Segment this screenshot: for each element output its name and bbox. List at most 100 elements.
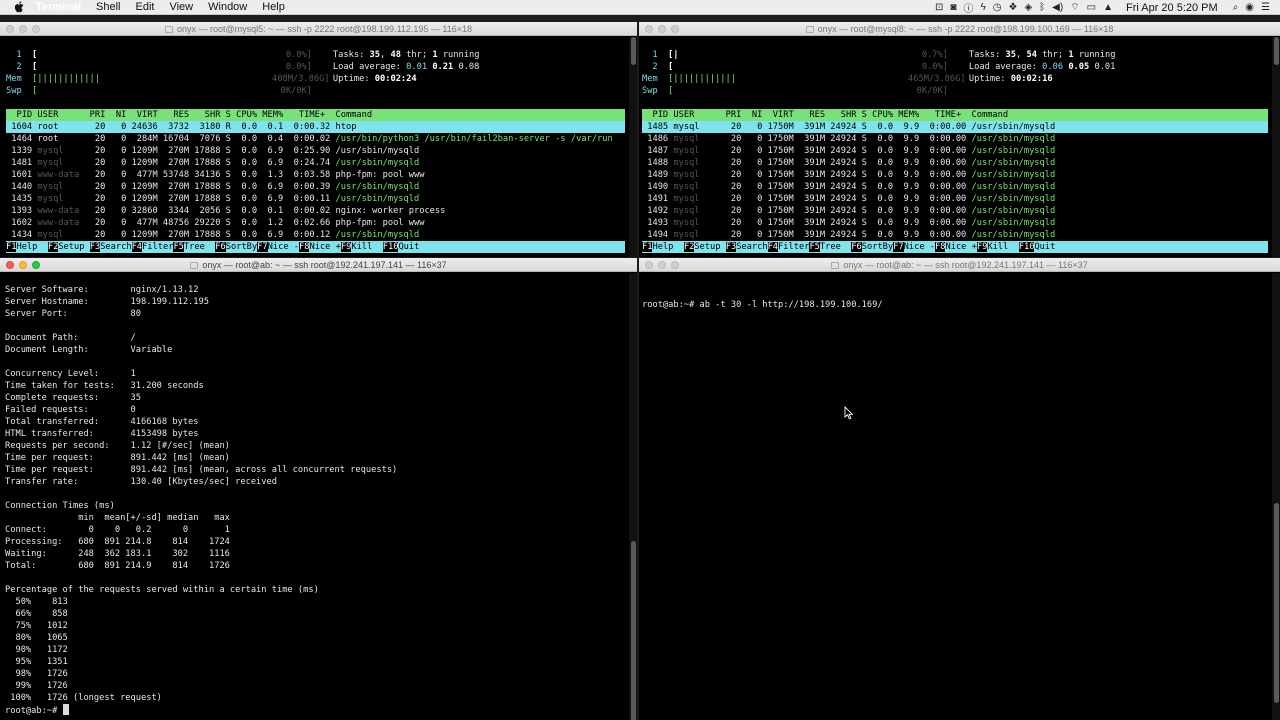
fkey-help-button[interactable]: F1Help: [6, 242, 48, 252]
scrollbar-thumb[interactable]: [1274, 503, 1279, 703]
airplay-icon[interactable]: ▲: [1103, 2, 1113, 13]
menu-view[interactable]: View: [169, 1, 193, 13]
window-titlebar[interactable]: onyx — root@mysql8: ~ — ssh -p 2222 root…: [639, 22, 1280, 36]
scrollbar-thumb[interactable]: [631, 541, 636, 720]
process-row[interactable]: 1489 mysql 20 0 1750M 391M 24924 S 0.0 9…: [642, 169, 1268, 181]
bluetooth-icon[interactable]: ᛒ: [1039, 2, 1045, 13]
close-button[interactable]: [645, 25, 653, 33]
fkey-tree-button[interactable]: F5Tree: [809, 242, 852, 252]
menu-clock[interactable]: Fri Apr 20 5:20 PM: [1126, 2, 1218, 14]
process-row[interactable]: 1339 mysql 20 0 1209M 270M 17888 S 0.0 6…: [6, 145, 625, 157]
minimize-button[interactable]: [658, 25, 666, 33]
zoom-button[interactable]: [32, 261, 40, 269]
volume-icon[interactable]: ◀): [1052, 2, 1063, 13]
fkey-nice-button[interactable]: F7Nice -: [257, 242, 300, 252]
process-table-header[interactable]: PID USER PRI NI VIRT RES SHR S CPU% MEM%…: [6, 109, 625, 121]
fkey-help-button[interactable]: F1Help: [642, 242, 684, 252]
fkey-nice-button[interactable]: F8Nice +: [299, 242, 341, 252]
function-key-bar[interactable]: F1Help F2Setup F3SearchF4FilterF5Tree F6…: [642, 241, 1268, 253]
scrollbar-thumb[interactable]: [1274, 37, 1279, 65]
apple-menu-icon[interactable]: [12, 1, 26, 13]
fkey-filter-button[interactable]: F4Filter: [131, 242, 174, 252]
process-row[interactable]: 1434 mysql 20 0 1209M 270M 17888 S 0.0 6…: [6, 229, 625, 241]
fkey-filter-button[interactable]: F4Filter: [767, 242, 810, 252]
window-titlebar[interactable]: onyx — root@mysql5: ~ — ssh -p 2222 root…: [0, 22, 637, 36]
menu-edit[interactable]: Edit: [136, 1, 155, 13]
fkey-nice-button[interactable]: F7Nice -: [893, 242, 936, 252]
htop-screen[interactable]: 1 [| 0.7%] Tasks: 35, 54 thr; 1 running 2[0…: [642, 49, 1268, 257]
info-icon[interactable]: ⓘ: [963, 0, 973, 15]
fkey-quit-button[interactable]: F10Quit: [1018, 242, 1056, 252]
screen-record-icon[interactable]: ⊡: [935, 2, 943, 13]
history-icon[interactable]: ◷: [993, 2, 1002, 13]
wifi-icon[interactable]: ⌔: [1070, 1, 1079, 14]
process-row[interactable]: 1604 root 20 0 24636 3732 3180 R 0.0 0.1…: [6, 121, 625, 133]
terminal-window-mysql8[interactable]: onyx — root@mysql8: ~ — ssh -p 2222 root…: [639, 22, 1280, 257]
menu-help[interactable]: Help: [262, 1, 285, 13]
process-row[interactable]: 1440 mysql 20 0 1209M 270M 17888 S 0.0 6…: [6, 181, 625, 193]
scrollbar-thumb[interactable]: [631, 37, 636, 65]
scrollbar[interactable]: [1272, 273, 1280, 720]
scrollbar[interactable]: [1272, 37, 1280, 257]
camera-icon[interactable]: ◙: [950, 2, 956, 13]
process-row[interactable]: 1488 mysql 20 0 1750M 391M 24924 S 0.0 9…: [642, 157, 1268, 169]
close-button[interactable]: [6, 25, 14, 33]
process-row[interactable]: 1487 mysql 20 0 1750M 391M 24924 S 0.0 9…: [642, 145, 1268, 157]
zoom-button[interactable]: [671, 261, 679, 269]
fkey-kill-button[interactable]: F9Kill: [976, 242, 1019, 252]
terminal-window-ab-command[interactable]: onyx — root@ab: ~ — ssh root@192.241.197…: [639, 258, 1280, 720]
close-button[interactable]: [645, 261, 653, 269]
zoom-button[interactable]: [671, 25, 679, 33]
ab-output[interactable]: Server Software: nginx/1.13.12 Server Hos…: [5, 284, 625, 720]
process-row[interactable]: 1493 mysql 20 0 1750M 391M 24924 S 0.0 9…: [642, 217, 1268, 229]
menu-window[interactable]: Window: [208, 1, 247, 13]
close-button[interactable]: [6, 261, 14, 269]
process-row[interactable]: 1601 www-data 20 0 477M 53748 34136 S 0.…: [6, 169, 625, 181]
command-line[interactable]: root@ab:~# ab -t 30 -l http://198.199.10…: [642, 299, 1268, 311]
function-key-bar[interactable]: F1Help F2Setup F3SearchF4FilterF5Tree F6…: [6, 241, 625, 253]
fkey-search-button[interactable]: F3Search: [89, 242, 132, 252]
process-table-header[interactable]: PID USER PRI NI VIRT RES SHR S CPU% MEM%…: [642, 109, 1268, 121]
zoom-button[interactable]: [32, 25, 40, 33]
fkey-tree-button[interactable]: F5Tree: [173, 242, 216, 252]
notifications-icon[interactable]: ☰: [1261, 2, 1270, 13]
process-row[interactable]: 1481 mysql 20 0 1209M 270M 17888 S 0.0 6…: [6, 157, 625, 169]
menu-app-name[interactable]: Terminal: [36, 1, 81, 13]
process-row[interactable]: 1464 root 20 0 284M 16704 7076 S 0.0 0.4…: [6, 133, 625, 145]
dropbox-icon[interactable]: ❖: [1009, 2, 1018, 13]
fkey-sortby-button[interactable]: F6SortBy: [851, 242, 894, 252]
menu-shell[interactable]: Shell: [96, 1, 120, 13]
fkey-setup-button[interactable]: F2Setup: [683, 242, 726, 252]
scrollbar[interactable]: [629, 37, 637, 257]
window-titlebar[interactable]: onyx — root@ab: ~ — ssh root@192.241.197…: [0, 258, 637, 272]
app-icon[interactable]: ◈: [1024, 2, 1032, 13]
fkey-sortby-button[interactable]: F6SortBy: [215, 242, 258, 252]
bolt-icon[interactable]: ϟ: [980, 2, 985, 13]
prompt-line[interactable]: root@ab:~#: [5, 704, 625, 716]
process-row[interactable]: 1491 mysql 20 0 1750M 391M 24924 S 0.0 9…: [642, 193, 1268, 205]
process-row[interactable]: 1490 mysql 20 0 1750M 391M 24924 S 0.0 9…: [642, 181, 1268, 193]
fkey-quit-button[interactable]: F10Quit: [382, 242, 420, 252]
process-row[interactable]: 1393 www-data 20 0 32860 3344 2056 S 0.0…: [6, 205, 625, 217]
minimize-button[interactable]: [19, 261, 27, 269]
fkey-kill-button[interactable]: F9Kill: [340, 242, 383, 252]
fkey-nice-button[interactable]: F8Nice +: [935, 242, 977, 252]
htop-screen[interactable]: 1[0.0%] Tasks: 35, 48 thr; 1 running 2[0.…: [6, 49, 625, 257]
scrollbar[interactable]: [629, 273, 637, 720]
fkey-search-button[interactable]: F3Search: [725, 242, 768, 252]
process-row[interactable]: 1485 mysql 20 0 1750M 391M 24924 S 0.0 9…: [642, 121, 1268, 133]
process-row[interactable]: 1602 www-data 20 0 477M 48756 29220 S 0.…: [6, 217, 625, 229]
ab-command-screen[interactable]: root@ab:~# ab -t 30 -l http://198.199.10…: [642, 275, 1268, 720]
fkey-setup-button[interactable]: F2Setup: [47, 242, 90, 252]
spotlight-icon[interactable]: ⌕: [1233, 2, 1239, 13]
minimize-button[interactable]: [658, 261, 666, 269]
display-icon[interactable]: ▭: [1087, 2, 1096, 13]
terminal-window-ab-results[interactable]: onyx — root@ab: ~ — ssh root@192.241.197…: [0, 258, 637, 720]
process-row[interactable]: 1492 mysql 20 0 1750M 391M 24924 S 0.0 9…: [642, 205, 1268, 217]
minimize-button[interactable]: [19, 25, 27, 33]
window-titlebar[interactable]: onyx — root@ab: ~ — ssh root@192.241.197…: [639, 258, 1280, 272]
terminal-window-mysql5[interactable]: onyx — root@mysql5: ~ — ssh -p 2222 root…: [0, 22, 637, 257]
process-row[interactable]: 1486 mysql 20 0 1750M 391M 24924 S 0.0 9…: [642, 133, 1268, 145]
process-row[interactable]: 1435 mysql 20 0 1209M 270M 17888 S 0.0 6…: [6, 193, 625, 205]
siri-icon[interactable]: ◉: [1245, 2, 1254, 13]
